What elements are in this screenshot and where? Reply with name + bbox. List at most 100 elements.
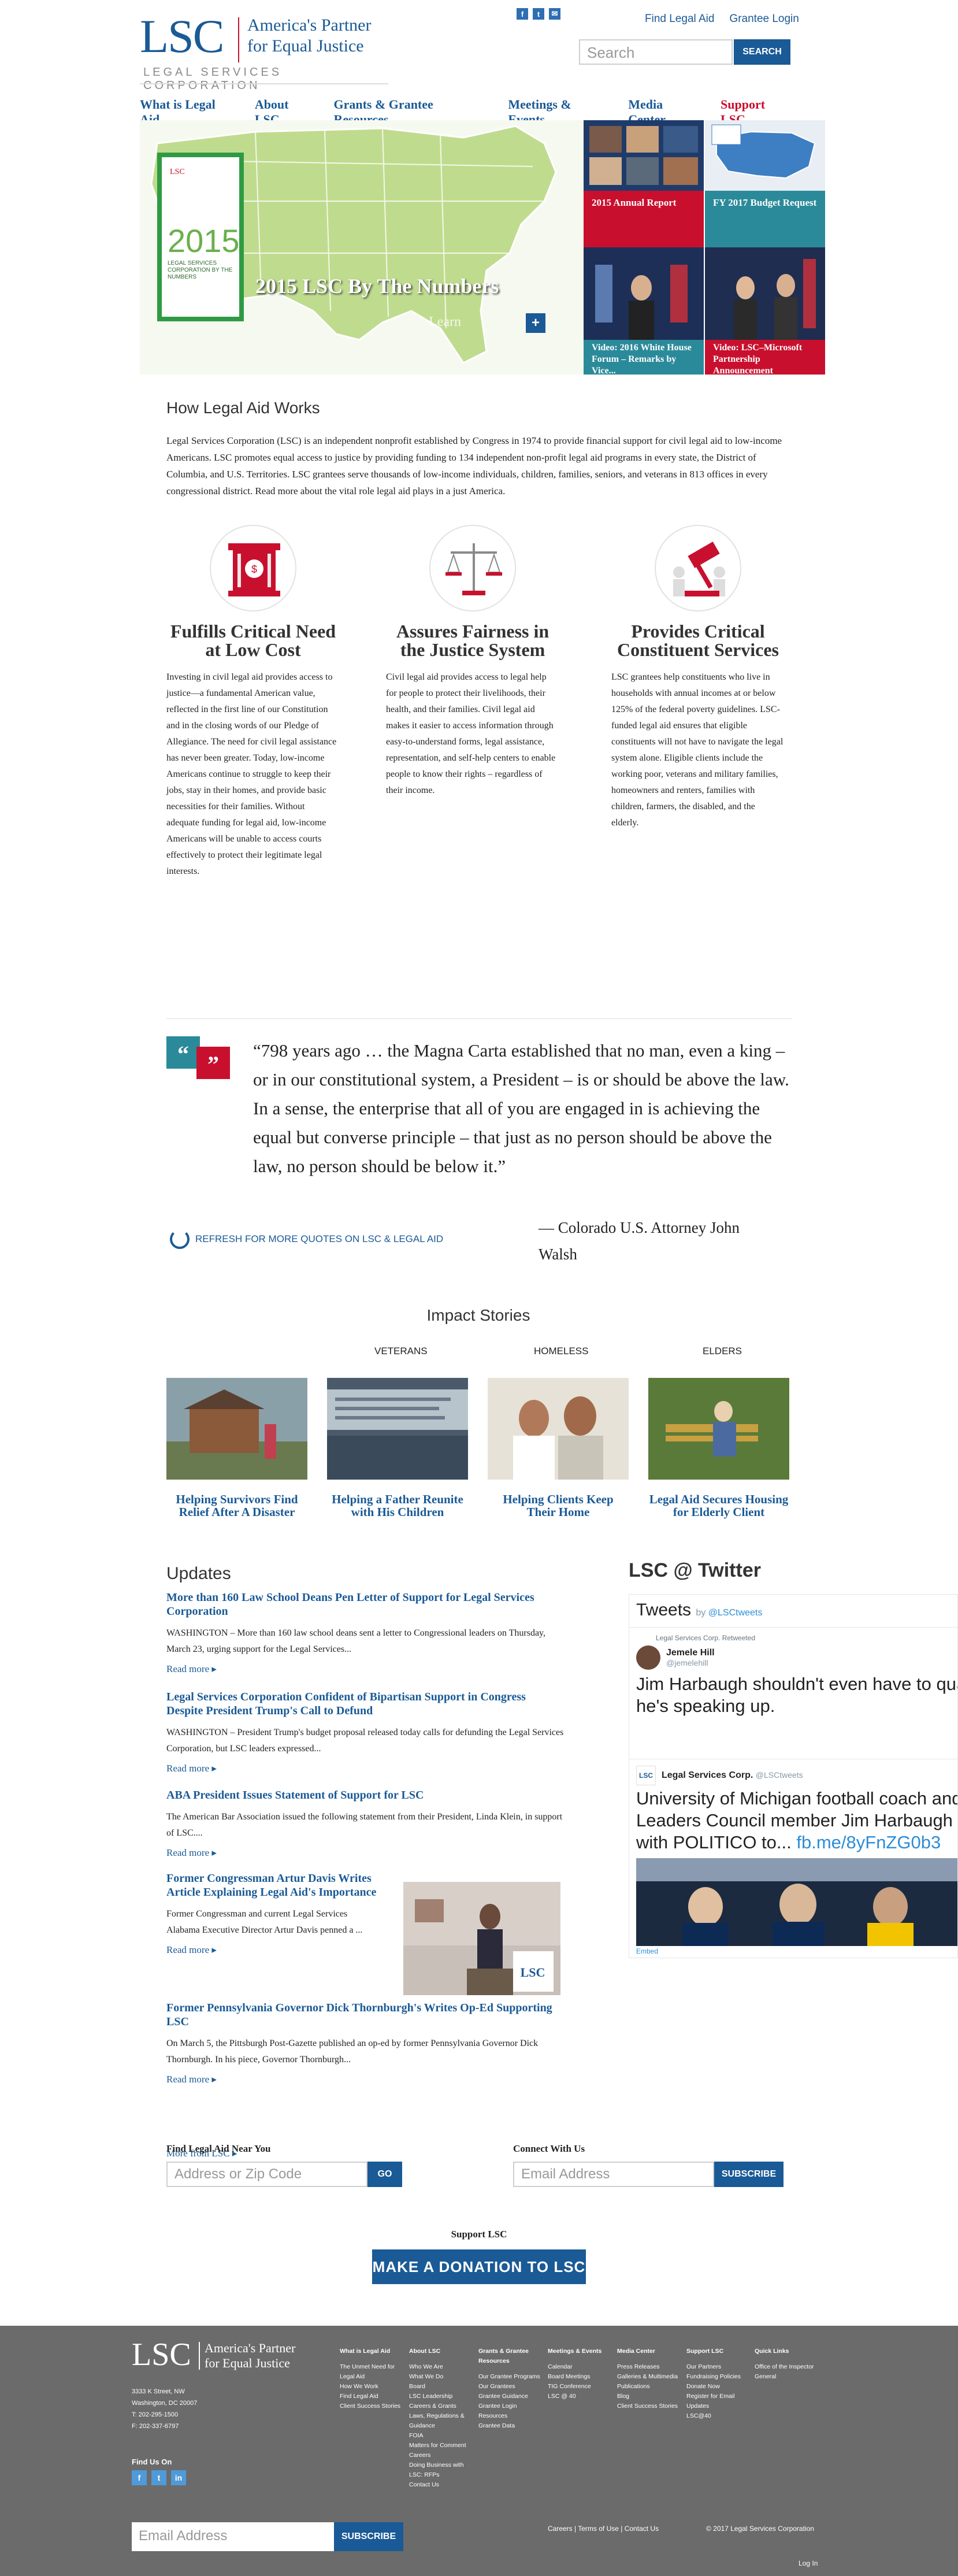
nav-item-media-center[interactable]: Media Center bbox=[628, 97, 703, 127]
nav-item-what-is-legal-aid[interactable]: What is Legal Aid bbox=[140, 97, 237, 127]
footer-link[interactable]: Client Success Stories bbox=[617, 2401, 682, 2411]
footer-column-heading[interactable]: Support LSC bbox=[686, 2347, 751, 2356]
footer-link[interactable]: Fundraising Policies bbox=[686, 2372, 751, 2382]
footer-link[interactable]: Grantee Login bbox=[478, 2401, 543, 2411]
hero-tile-annual-report[interactable]: 2015 Annual Report bbox=[584, 120, 704, 247]
hero-slide[interactable]: LSC 2015 LEGAL SERVICES CORPORATION BY T… bbox=[140, 120, 584, 375]
impact-story-card[interactable]: Helping a Father Reunite with His Childr… bbox=[327, 1378, 468, 1518]
embed-link[interactable]: Embed bbox=[636, 1947, 658, 1955]
footer-link[interactable]: Press Releases bbox=[617, 2362, 682, 2372]
footer-link[interactable]: Donate Now bbox=[686, 2382, 751, 2392]
hero-tile-white-house-video[interactable]: Video: 2016 White House Forum – Remarks … bbox=[584, 247, 704, 375]
footer-link[interactable]: LSC@40 bbox=[686, 2411, 751, 2421]
category-elders[interactable]: ELDERS bbox=[703, 1346, 742, 1357]
read-more-link[interactable]: Read more ▸ bbox=[166, 1847, 565, 1859]
hero-tile-budget-request[interactable]: FY 2017 Budget Request bbox=[705, 120, 825, 247]
category-homeless[interactable]: HOMELESS bbox=[534, 1346, 588, 1357]
category-veterans[interactable]: VETERANS bbox=[374, 1346, 428, 1357]
footer-link[interactable]: Matters for Comment bbox=[409, 2441, 474, 2451]
hero-expand-button[interactable]: + bbox=[526, 313, 545, 333]
facebook-icon[interactable]: f bbox=[132, 2470, 147, 2485]
footer-link[interactable]: Office of the Inspector General bbox=[755, 2362, 819, 2382]
footer-link[interactable]: Contact Us bbox=[409, 2480, 474, 2490]
update-title[interactable]: More than 160 Law School Deans Pen Lette… bbox=[166, 1591, 565, 1618]
footer-link[interactable]: Calendar bbox=[548, 2362, 612, 2372]
go-button[interactable]: GO bbox=[367, 2162, 402, 2187]
nav-item-support-lsc[interactable]: Support LSC bbox=[721, 97, 793, 127]
search-input[interactable]: Search bbox=[579, 39, 733, 65]
nav-item-grants[interactable]: Grants & Grantee Resources bbox=[333, 97, 491, 127]
subscribe-button[interactable]: SUBSCRIBE bbox=[714, 2162, 784, 2187]
read-more-link[interactable]: Read more ▸ bbox=[166, 1663, 565, 1675]
donate-button[interactable]: MAKE A DONATION TO LSC bbox=[372, 2249, 586, 2284]
login-link[interactable]: Log In bbox=[799, 2559, 818, 2567]
footer-link[interactable]: Our Grantees bbox=[478, 2382, 543, 2392]
nav-item-about-lsc[interactable]: About LSC bbox=[255, 97, 317, 127]
footer-link[interactable]: Resources bbox=[478, 2411, 543, 2421]
tweet-link[interactable]: fb.me/8yFnZG0b3 bbox=[796, 1832, 941, 1852]
footer-link[interactable]: Galleries & Multimedia bbox=[617, 2372, 682, 2382]
twitter-timeline[interactable]: Tweets by @LSCtweets Legal Services Corp… bbox=[629, 1594, 958, 1958]
footer-link[interactable]: Who We Are bbox=[409, 2362, 474, 2372]
footer-subscribe-button[interactable]: SUBSCRIBE bbox=[334, 2522, 403, 2551]
footer-link[interactable]: Our Partners bbox=[686, 2362, 751, 2372]
update-title[interactable]: ABA President Issues Statement of Suppor… bbox=[166, 1788, 565, 1802]
footer-link[interactable]: Board Meetings bbox=[548, 2372, 612, 2382]
twitter-icon[interactable]: t bbox=[151, 2470, 166, 2485]
footer-email-field[interactable]: Email Address bbox=[132, 2522, 334, 2551]
nav-item-meetings[interactable]: Meetings & Events bbox=[508, 97, 611, 127]
footer-link[interactable]: Our Grantee Programs bbox=[478, 2372, 543, 2382]
footer-link[interactable]: FOIA bbox=[409, 2431, 474, 2441]
footer-link[interactable]: Find Legal Aid bbox=[340, 2392, 404, 2401]
footer-link[interactable]: Grantee Data bbox=[478, 2421, 543, 2431]
update-title[interactable]: Former Congressman Artur Davis Writes Ar… bbox=[166, 1871, 380, 1899]
footer-link[interactable]: Careers & Grants bbox=[409, 2401, 474, 2411]
read-more-link[interactable]: Read more ▸ bbox=[166, 1763, 565, 1774]
footer-column-heading[interactable]: Media Center bbox=[617, 2347, 682, 2356]
search-button[interactable]: SEARCH bbox=[734, 39, 790, 65]
read-more-link[interactable]: Read more ▸ bbox=[166, 1944, 380, 1956]
footer-column-heading[interactable]: Quick Links bbox=[755, 2347, 819, 2356]
impact-story-card[interactable]: Helping Clients Keep Their Home bbox=[488, 1378, 629, 1518]
impact-story-card[interactable]: Helping Survivors Find Relief After A Di… bbox=[166, 1378, 307, 1518]
update-title[interactable]: Legal Services Corporation Confident of … bbox=[166, 1690, 565, 1718]
footer-link[interactable]: Client Success Stories bbox=[340, 2401, 404, 2411]
footer-link[interactable]: Register for Email Updates bbox=[686, 2392, 751, 2411]
footer-link[interactable]: What We Do bbox=[409, 2372, 474, 2382]
footer-link[interactable]: Board bbox=[409, 2382, 474, 2392]
email-field[interactable]: Email Address bbox=[513, 2162, 714, 2187]
tweets-handle-link[interactable]: @LSCtweets bbox=[708, 1608, 763, 1618]
footer-column-heading[interactable]: Meetings & Events bbox=[548, 2347, 612, 2356]
footer-logo[interactable]: LSC America's Partner for Equal Justice bbox=[132, 2338, 305, 2373]
footer-link[interactable]: Laws, Regulations & Guidance bbox=[409, 2411, 474, 2431]
footer-link[interactable]: Blog bbox=[617, 2392, 682, 2401]
footer-column-heading[interactable]: Grants & Grantee Resources bbox=[478, 2347, 543, 2366]
twitter-icon[interactable]: t bbox=[533, 8, 544, 20]
tweet[interactable]: Legal Services Corp. Retweeted Jemele Hi… bbox=[636, 1634, 957, 1717]
address-zip-input[interactable]: Address or Zip Code bbox=[166, 2162, 367, 2187]
linkedin-icon[interactable]: in bbox=[171, 2470, 186, 2485]
facebook-icon[interactable]: f bbox=[517, 8, 528, 20]
footer-link[interactable]: The Unmet Need for Legal Aid bbox=[340, 2362, 404, 2382]
grantee-login-link[interactable]: Grantee Login bbox=[729, 13, 799, 25]
footer-link[interactable]: Publications bbox=[617, 2382, 682, 2392]
site-logo[interactable]: LSC America's Partner for Equal Justice … bbox=[140, 13, 388, 92]
footer-link[interactable]: Doing Business with LSC: RFPs bbox=[409, 2460, 474, 2480]
footer-column-heading[interactable]: About LSC bbox=[409, 2347, 474, 2356]
footer-column-heading[interactable]: What is Legal Aid bbox=[340, 2347, 404, 2356]
footer-link[interactable]: How We Work bbox=[340, 2382, 404, 2392]
footer-link[interactable]: LSC Leadership bbox=[409, 2392, 474, 2401]
footer-link[interactable]: Grantee Guidance bbox=[478, 2392, 543, 2401]
refresh-quotes-link[interactable]: REFRESH FOR MORE QUOTES ON LSC & LEGAL A… bbox=[170, 1229, 443, 1249]
email-icon[interactable]: ✉ bbox=[549, 8, 560, 20]
footer-link[interactable]: TIG Conference bbox=[548, 2382, 612, 2392]
read-more-link[interactable]: Read more ▸ bbox=[166, 2074, 565, 2085]
hero-learn-text[interactable]: Learn bbox=[429, 314, 461, 330]
tweet[interactable]: LSC Legal Services Corp. @LSCtweets Univ… bbox=[636, 1766, 957, 1949]
footer-link[interactable]: Careers bbox=[409, 2451, 474, 2460]
hero-tile-microsoft-video[interactable]: Video: LSC–Microsoft Partnership Announc… bbox=[705, 247, 825, 375]
find-legal-aid-link[interactable]: Find Legal Aid bbox=[645, 13, 714, 25]
footer-link[interactable]: LSC @ 40 bbox=[548, 2392, 612, 2401]
impact-story-card[interactable]: Legal Aid Secures Housing for Elderly Cl… bbox=[648, 1378, 789, 1518]
footer-bottom-links[interactable]: Careers | Terms of Use | Contact Us bbox=[548, 2525, 659, 2533]
